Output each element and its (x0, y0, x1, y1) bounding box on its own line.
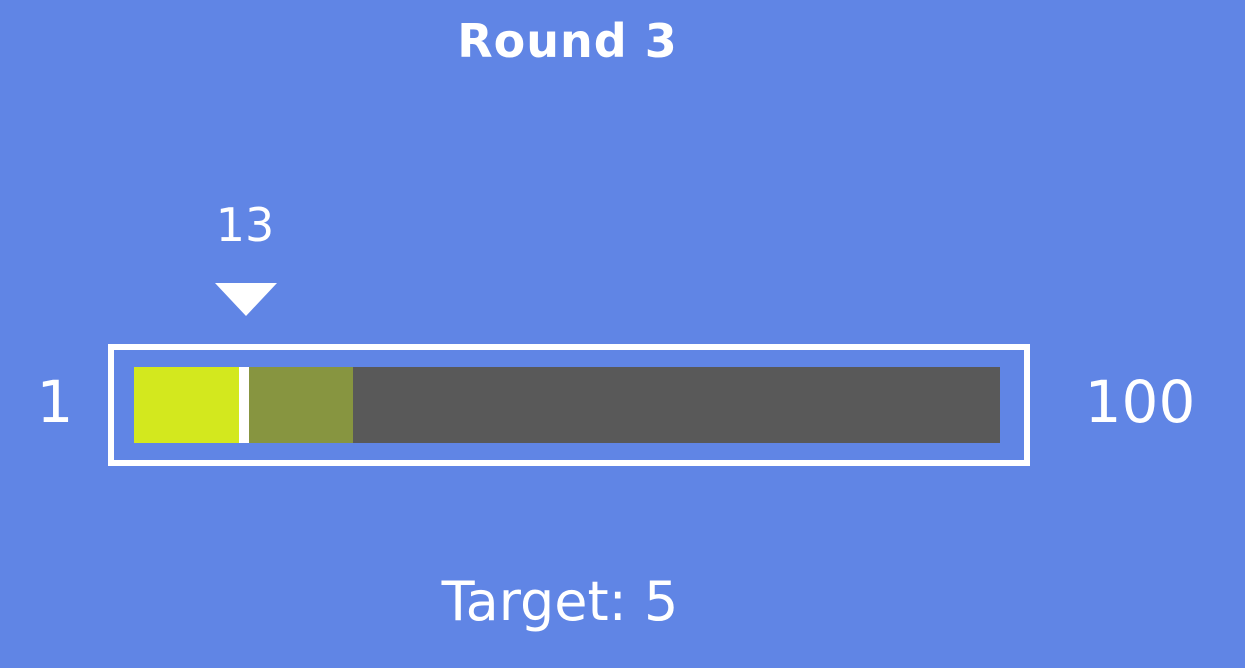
slider-frame (108, 344, 1030, 466)
down-arrow-icon (215, 283, 277, 316)
round-title: Round 3 (457, 14, 678, 68)
target-label: Target: 5 (441, 570, 679, 633)
guess-value-label: 13 (215, 198, 275, 252)
range-min-label: 1 (36, 368, 74, 436)
slider-track[interactable] (134, 367, 1000, 443)
slider-handle[interactable] (239, 367, 249, 443)
slider-fill (134, 367, 239, 443)
range-max-label: 100 (1084, 368, 1196, 436)
